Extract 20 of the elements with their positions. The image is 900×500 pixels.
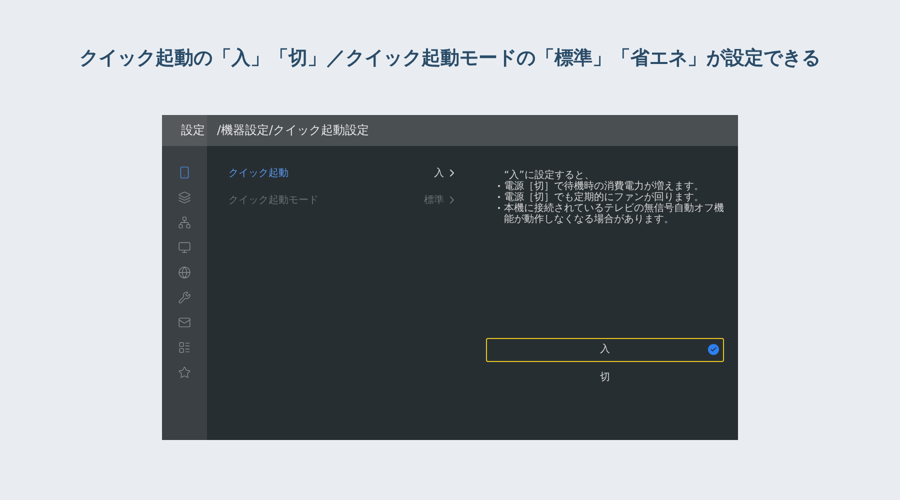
network-icon[interactable] xyxy=(178,216,191,228)
option-item[interactable]: 切 xyxy=(486,366,724,390)
star-icon[interactable] xyxy=(178,366,191,378)
phone-icon[interactable] xyxy=(178,166,191,178)
description-bullet: 電源［切］で待機時の消費電力が増えます。 xyxy=(504,180,704,192)
section-title: 設定 xyxy=(181,122,205,139)
option-item[interactable]: 入 xyxy=(486,338,724,362)
list-icon[interactable] xyxy=(178,340,191,354)
description-bullet: 電源［切］でも定期的にファンが回ります。 xyxy=(504,192,704,202)
description-intro: “入”に設定すると、 xyxy=(503,170,596,180)
breadcrumb-path: /機器設定/クイック起動設定 xyxy=(217,122,370,139)
monitor-icon[interactable] xyxy=(178,240,191,254)
globe-icon[interactable] xyxy=(178,266,191,278)
headline: クイック起動の「入」「切」／クイック起動モードの「標準」「省エネ」が設定できる xyxy=(80,46,820,71)
layers-icon[interactable] xyxy=(178,190,191,204)
description-bullet: 本機に接続されているテレビの無信号自動オフ機能が動作しなくなる場合があります。 xyxy=(504,202,724,224)
wrench-icon[interactable] xyxy=(178,290,191,304)
check-icon xyxy=(708,344,719,355)
menu-item[interactable]: クイック起動 入 xyxy=(228,164,458,182)
mail-icon[interactable] xyxy=(178,316,191,328)
